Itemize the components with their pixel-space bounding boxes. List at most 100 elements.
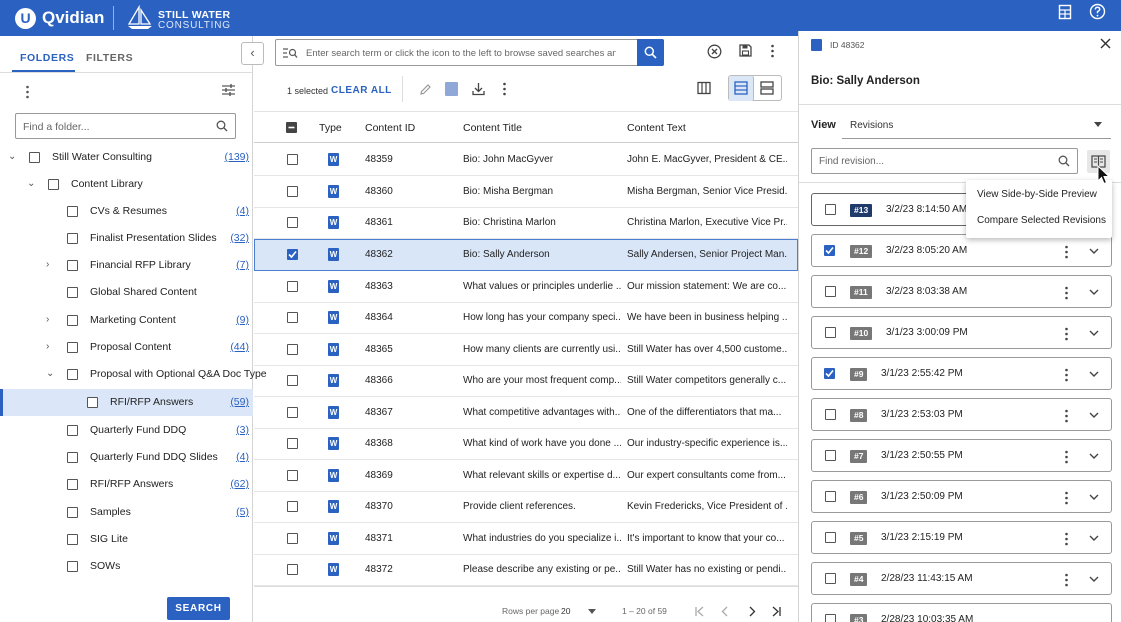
tree-item[interactable]: ⌄ Still Water Consulting (139) (0, 144, 253, 171)
revision-checkbox[interactable] (825, 573, 836, 584)
tree-item[interactable]: Quarterly Fund DDQ (3) (0, 417, 253, 444)
tree-checkbox[interactable] (29, 152, 40, 163)
chevron-down-icon[interactable] (1089, 453, 1099, 459)
column-header-content-id[interactable]: Content ID (365, 122, 415, 134)
kebab-icon[interactable] (1064, 368, 1069, 382)
row-checkbox[interactable] (287, 564, 298, 575)
revision-checkbox[interactable] (824, 368, 835, 379)
tree-item[interactable]: › Financial RFP Library (7) (0, 252, 253, 279)
tree-count[interactable]: (7) (236, 259, 249, 271)
table-row[interactable]: W 48370 Provide client references. Kevin… (254, 491, 798, 523)
kebab-icon[interactable] (502, 82, 507, 96)
chevron-down-icon[interactable] (1089, 535, 1099, 541)
table-row[interactable]: W 48368 What kind of work have you done … (254, 428, 798, 460)
tab-filters[interactable]: FILTERS (86, 52, 133, 64)
tree-count[interactable]: (139) (224, 151, 249, 163)
tree-item[interactable]: › Proposal Content (44) (0, 334, 253, 361)
search-icon[interactable] (216, 120, 228, 132)
tree-count[interactable]: (3) (236, 424, 249, 436)
revision-checkbox[interactable] (824, 245, 835, 256)
list-view-button[interactable] (729, 76, 754, 101)
rows-per-page-select[interactable]: 20 (561, 606, 570, 616)
select-all-checkbox[interactable] (286, 122, 297, 133)
next-page-icon[interactable] (748, 606, 756, 617)
tree-item[interactable]: Quarterly Fund DDQ Slides (4) (0, 444, 253, 471)
download-icon[interactable] (472, 82, 485, 96)
kebab-icon[interactable] (1064, 573, 1069, 587)
kebab-icon[interactable] (1064, 245, 1069, 259)
folder-search-input[interactable]: Find a folder... (15, 113, 236, 139)
row-checkbox[interactable] (287, 281, 298, 292)
grid-icon[interactable] (1058, 4, 1072, 20)
row-checkbox[interactable] (287, 312, 298, 323)
first-page-icon[interactable] (694, 606, 705, 617)
revision-card[interactable]: #5 3/1/23 2:15:19 PM (811, 521, 1112, 554)
kebab-icon[interactable] (1064, 491, 1069, 505)
tree-count[interactable]: (44) (230, 341, 249, 353)
row-checkbox[interactable] (287, 501, 298, 512)
tree-item[interactable]: Finalist Presentation Slides (32) (0, 225, 253, 252)
table-row[interactable]: W 48365 How many clients are currently u… (254, 334, 798, 366)
tree-count[interactable]: (4) (236, 451, 249, 463)
kebab-icon[interactable] (1064, 327, 1069, 341)
tree-count[interactable]: (32) (230, 232, 249, 244)
revision-checkbox[interactable] (825, 491, 836, 502)
tree-checkbox[interactable] (48, 179, 59, 190)
tree-item[interactable]: RFI/RFP Answers (62) (0, 471, 253, 498)
revision-card[interactable]: #8 3/1/23 2:53:03 PM (811, 398, 1112, 431)
tree-checkbox[interactable] (87, 397, 98, 408)
collapse-panel-button[interactable]: ‹ (241, 42, 264, 65)
column-header-content-text[interactable]: Content Text (627, 122, 686, 134)
table-row[interactable]: W 48371 What industries do you specializ… (254, 523, 798, 555)
chevron-down-icon[interactable] (1089, 576, 1099, 582)
chevron-down-icon[interactable] (1089, 248, 1099, 254)
view-select[interactable]: Revisions (842, 110, 1111, 139)
chevron-down-icon[interactable]: ⌄ (46, 369, 56, 379)
caret-down-icon[interactable] (588, 609, 596, 614)
tree-checkbox[interactable] (67, 561, 78, 572)
row-checkbox[interactable] (287, 186, 298, 197)
revision-card[interactable]: #3 2/28/23 10:03:35 AM (811, 603, 1112, 622)
chevron-right-icon[interactable]: › (46, 260, 56, 270)
row-checkbox[interactable] (287, 375, 298, 386)
chevron-right-icon[interactable]: › (46, 315, 56, 325)
revision-card[interactable]: #10 3/1/23 3:00:09 PM (811, 316, 1112, 349)
tree-item-selected[interactable]: RFI/RFP Answers (59) (0, 389, 253, 416)
tree-checkbox[interactable] (67, 206, 78, 217)
revision-checkbox[interactable] (825, 532, 836, 543)
revision-card[interactable]: #12 3/2/23 8:05:20 AM (811, 234, 1112, 267)
filter-sliders-icon[interactable] (221, 83, 236, 97)
table-row[interactable]: W 48366 Who are your most frequent comp.… (254, 365, 798, 397)
tree-count[interactable]: (4) (236, 205, 249, 217)
table-row[interactable]: W 48367 What competitive advantages with… (254, 397, 798, 429)
revision-checkbox[interactable] (825, 204, 836, 215)
table-row[interactable]: W 48359 Bio: John MacGyver John E. MacGy… (254, 144, 798, 176)
kebab-icon[interactable] (1064, 450, 1069, 464)
chevron-down-icon[interactable] (1089, 330, 1099, 336)
last-page-icon[interactable] (771, 606, 782, 617)
tree-checkbox[interactable] (67, 369, 78, 380)
content-search-input[interactable]: Enter search term or click the icon to t… (275, 39, 664, 66)
row-checkbox[interactable] (287, 407, 298, 418)
chevron-right-icon[interactable]: › (46, 342, 56, 352)
search-icon[interactable] (1058, 155, 1070, 167)
table-row-selected[interactable]: W 48362 Bio: Sally Anderson Sally Anders… (254, 239, 798, 271)
help-icon[interactable] (1089, 3, 1106, 20)
tree-item[interactable]: SOWs (0, 553, 253, 580)
row-checkbox[interactable] (287, 154, 298, 165)
tree-checkbox[interactable] (67, 233, 78, 244)
revision-checkbox[interactable] (825, 614, 836, 622)
edit-icon[interactable] (419, 83, 432, 96)
tree-item[interactable]: › Marketing Content (9) (0, 307, 253, 334)
tree-checkbox[interactable] (67, 507, 78, 518)
kebab-icon[interactable] (25, 85, 30, 99)
word-doc-icon[interactable] (445, 82, 458, 96)
table-row[interactable]: W 48360 Bio: Misha Bergman Misha Bergman… (254, 176, 798, 208)
tree-count[interactable]: (5) (236, 506, 249, 518)
table-row[interactable]: W 48361 Bio: Christina Marlon Christina … (254, 207, 798, 239)
find-revision-input[interactable]: Find revision... (811, 148, 1078, 174)
columns-icon[interactable] (697, 81, 711, 95)
kebab-icon[interactable] (1064, 409, 1069, 423)
row-checkbox[interactable] (287, 533, 298, 544)
revision-checkbox[interactable] (825, 327, 836, 338)
